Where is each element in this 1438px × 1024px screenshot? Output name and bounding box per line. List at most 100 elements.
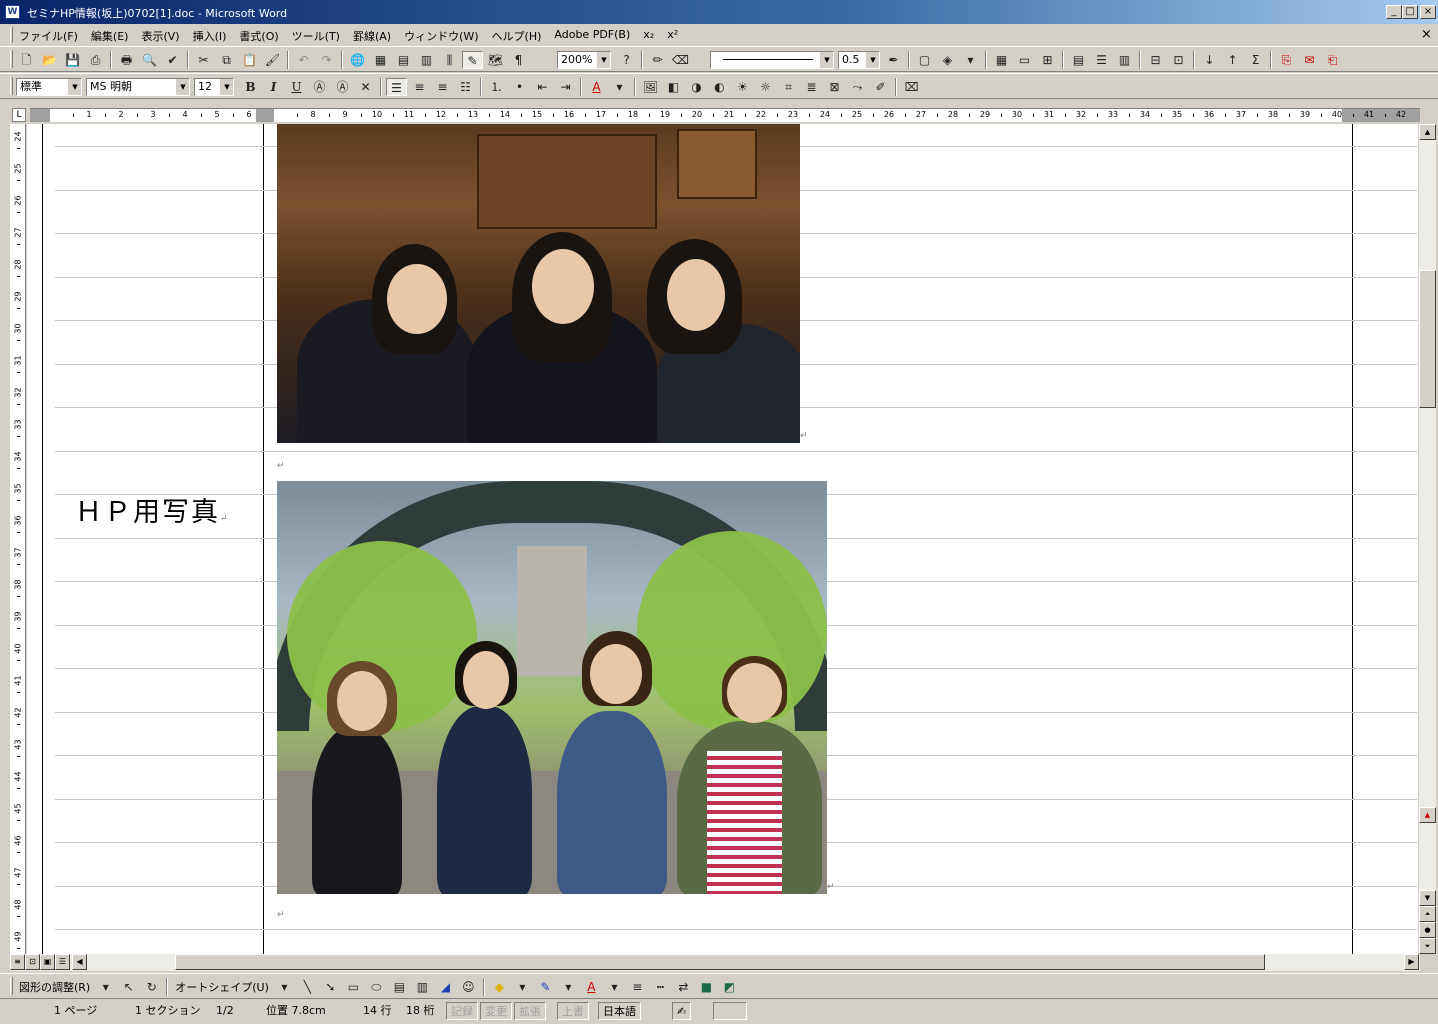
more-contrast-icon[interactable]: ◑: [686, 78, 707, 96]
scroll-up-button[interactable]: ▲: [1419, 124, 1436, 140]
document-area[interactable]: ↵ ↵ ＨＰ用写真↵ ↵ ↵: [27, 124, 1418, 954]
font-combo[interactable]: MS 明朝 ▼: [86, 78, 190, 96]
align-center-icon[interactable]: ≡: [409, 78, 430, 96]
3d-icon[interactable]: ◩: [719, 978, 740, 996]
ruler-band[interactable]: 1 2 3 4 5 6 8 9 10 11 12 13 14 15 16 17 18 19 20 21 22 23 24 25…: [30, 108, 1420, 122]
font-size-combo[interactable]: 12 ▼: [194, 78, 234, 96]
draw-font-color-icon[interactable]: A: [581, 978, 602, 996]
scroll-down-button[interactable]: ▼: [1419, 890, 1436, 906]
next-page-button[interactable]: ⏷: [1419, 938, 1436, 954]
character-shading-icon[interactable]: Ⓐ: [332, 78, 353, 96]
chevron-down-icon[interactable]: ▼: [176, 79, 189, 95]
redo-icon[interactable]: ↷: [316, 51, 337, 69]
reset-picture-icon[interactable]: ⌧: [901, 78, 922, 96]
character-scaling-icon[interactable]: ✕: [355, 78, 376, 96]
toolbar-grip[interactable]: [10, 50, 13, 68]
status-overtype[interactable]: 上書: [557, 1002, 589, 1020]
show-hide-icon[interactable]: ¶: [508, 51, 529, 69]
superscript-button[interactable]: x²: [667, 28, 678, 44]
tables-borders-icon[interactable]: ▦: [370, 51, 391, 69]
menubar-grip[interactable]: [10, 27, 13, 43]
menu-tools[interactable]: ツール(T): [292, 28, 340, 44]
toolbar-grip[interactable]: [10, 977, 13, 995]
select-browse-object-icon[interactable]: ▲: [1419, 807, 1436, 823]
chevron-down-icon[interactable]: ▾: [95, 978, 116, 996]
sort-descending-icon[interactable]: ↑: [1222, 51, 1243, 69]
insert-table-icon[interactable]: ▤: [393, 51, 414, 69]
autoshape-menu[interactable]: オートシェイプ(U): [172, 979, 272, 995]
zoom-combo[interactable]: 200% ▼: [557, 51, 611, 69]
align-cell-icon[interactable]: ▤: [1068, 51, 1089, 69]
menu-edit[interactable]: 編集(E): [91, 28, 129, 44]
bold-button[interactable]: B: [240, 78, 261, 96]
photo-cafe-group[interactable]: [277, 124, 800, 443]
hyperlink-icon[interactable]: 🌐: [347, 51, 368, 69]
paste-icon[interactable]: 📋: [239, 51, 260, 69]
hp-photo-label[interactable]: ＨＰ用写真↵: [75, 490, 230, 529]
menu-adobe-pdf[interactable]: Adobe PDF(B): [554, 28, 630, 44]
chevron-down-icon[interactable]: ▼: [597, 52, 610, 68]
merge-cells-icon[interactable]: ▭: [1014, 51, 1035, 69]
browse-object-button[interactable]: ●: [1419, 922, 1436, 938]
line-color-icon[interactable]: ✎: [535, 978, 556, 996]
pdf-email-icon[interactable]: ✉: [1299, 51, 1320, 69]
word-app-icon[interactable]: W: [5, 5, 20, 19]
document-map-icon[interactable]: 🗺: [485, 51, 506, 69]
insert-picture-icon[interactable]: 🖼: [640, 78, 661, 96]
menu-insert[interactable]: 挿入(I): [193, 28, 227, 44]
dash-style-icon[interactable]: ┅: [650, 978, 671, 996]
open-folder-icon[interactable]: 📂: [39, 51, 60, 69]
align-right-icon[interactable]: ≡: [432, 78, 453, 96]
text-wrapping-icon[interactable]: ⤳: [847, 78, 868, 96]
horizontal-scroll-thumb[interactable]: [175, 954, 1265, 970]
menu-format[interactable]: 書式(O): [239, 28, 278, 44]
clip-art-icon[interactable]: ☺: [458, 978, 479, 996]
line-weight-combo[interactable]: 0.5 ▼: [838, 51, 880, 69]
distribute-columns-icon[interactable]: ▥: [1114, 51, 1135, 69]
hide-gridlines-icon[interactable]: ⊡: [1168, 51, 1189, 69]
close-document-button[interactable]: ×: [1421, 27, 1432, 42]
undo-icon[interactable]: ↶: [293, 51, 314, 69]
horizontal-ruler[interactable]: L 1 2 3 4 5 6 8 9 10 11 12 13 14 15 16 17 18 19 20 21 22 23 24…: [0, 104, 1438, 124]
align-justify-icon[interactable]: ☰: [386, 78, 407, 96]
table-autoformat-icon[interactable]: ⊟: [1145, 51, 1166, 69]
less-brightness-icon[interactable]: ☼: [755, 78, 776, 96]
cut-icon[interactable]: ✂: [193, 51, 214, 69]
horizontal-scrollbar[interactable]: ≡ ⊡ ▣ ☰ ◀ ▶: [10, 954, 1420, 971]
line-style-combo[interactable]: ▼: [710, 51, 834, 69]
autosum-icon[interactable]: Σ: [1245, 51, 1266, 69]
free-rotate-icon[interactable]: ↻: [141, 978, 162, 996]
new-document-icon[interactable]: 🗋: [16, 51, 37, 69]
web-layout-icon[interactable]: ⊡: [25, 954, 40, 970]
print-icon[interactable]: 🖶: [116, 51, 137, 69]
spelling-icon[interactable]: ✔: [162, 51, 183, 69]
status-record[interactable]: 記録: [446, 1002, 478, 1020]
vertical-scroll-thumb[interactable]: [1419, 270, 1436, 408]
help-icon[interactable]: ?: [616, 51, 637, 69]
compress-icon[interactable]: ⊠: [824, 78, 845, 96]
distributed-icon[interactable]: ☷: [455, 78, 476, 96]
rectangle-tool-icon[interactable]: ▭: [343, 978, 364, 996]
distribute-rows-icon[interactable]: ☰: [1091, 51, 1112, 69]
normal-view-icon[interactable]: ≡: [10, 954, 25, 970]
chevron-down-icon[interactable]: ▼: [68, 79, 81, 95]
copy-icon[interactable]: ⧉: [216, 51, 237, 69]
close-button[interactable]: ×: [1420, 5, 1436, 19]
shading-icon[interactable]: ◈: [937, 51, 958, 69]
chevron-down-icon[interactable]: ▼: [220, 79, 233, 95]
toolbar-grip[interactable]: [10, 77, 13, 95]
chevron-down-icon[interactable]: ▼: [866, 52, 879, 68]
less-contrast-icon[interactable]: ◐: [709, 78, 730, 96]
vertical-ruler[interactable]: 24 25 26 27 28 29 30 31 32 33 34 35 36 37 38 39 40 41 42 43…: [10, 124, 26, 954]
insert-table-2-icon[interactable]: ▦: [991, 51, 1012, 69]
permission-icon[interactable]: ⎙: [85, 51, 106, 69]
menu-view[interactable]: 表示(V): [141, 28, 179, 44]
numbering-icon[interactable]: ⒈: [486, 78, 507, 96]
pdf-convert-icon[interactable]: ⎘: [1276, 51, 1297, 69]
previous-page-button[interactable]: ⏶: [1419, 906, 1436, 922]
oval-tool-icon[interactable]: ⬭: [366, 978, 387, 996]
status-track-changes[interactable]: 変更: [480, 1002, 512, 1020]
line-style-icon[interactable]: ≣: [801, 78, 822, 96]
chevron-down-icon[interactable]: ▾: [604, 978, 625, 996]
menu-table[interactable]: 罫線(A): [353, 28, 391, 44]
